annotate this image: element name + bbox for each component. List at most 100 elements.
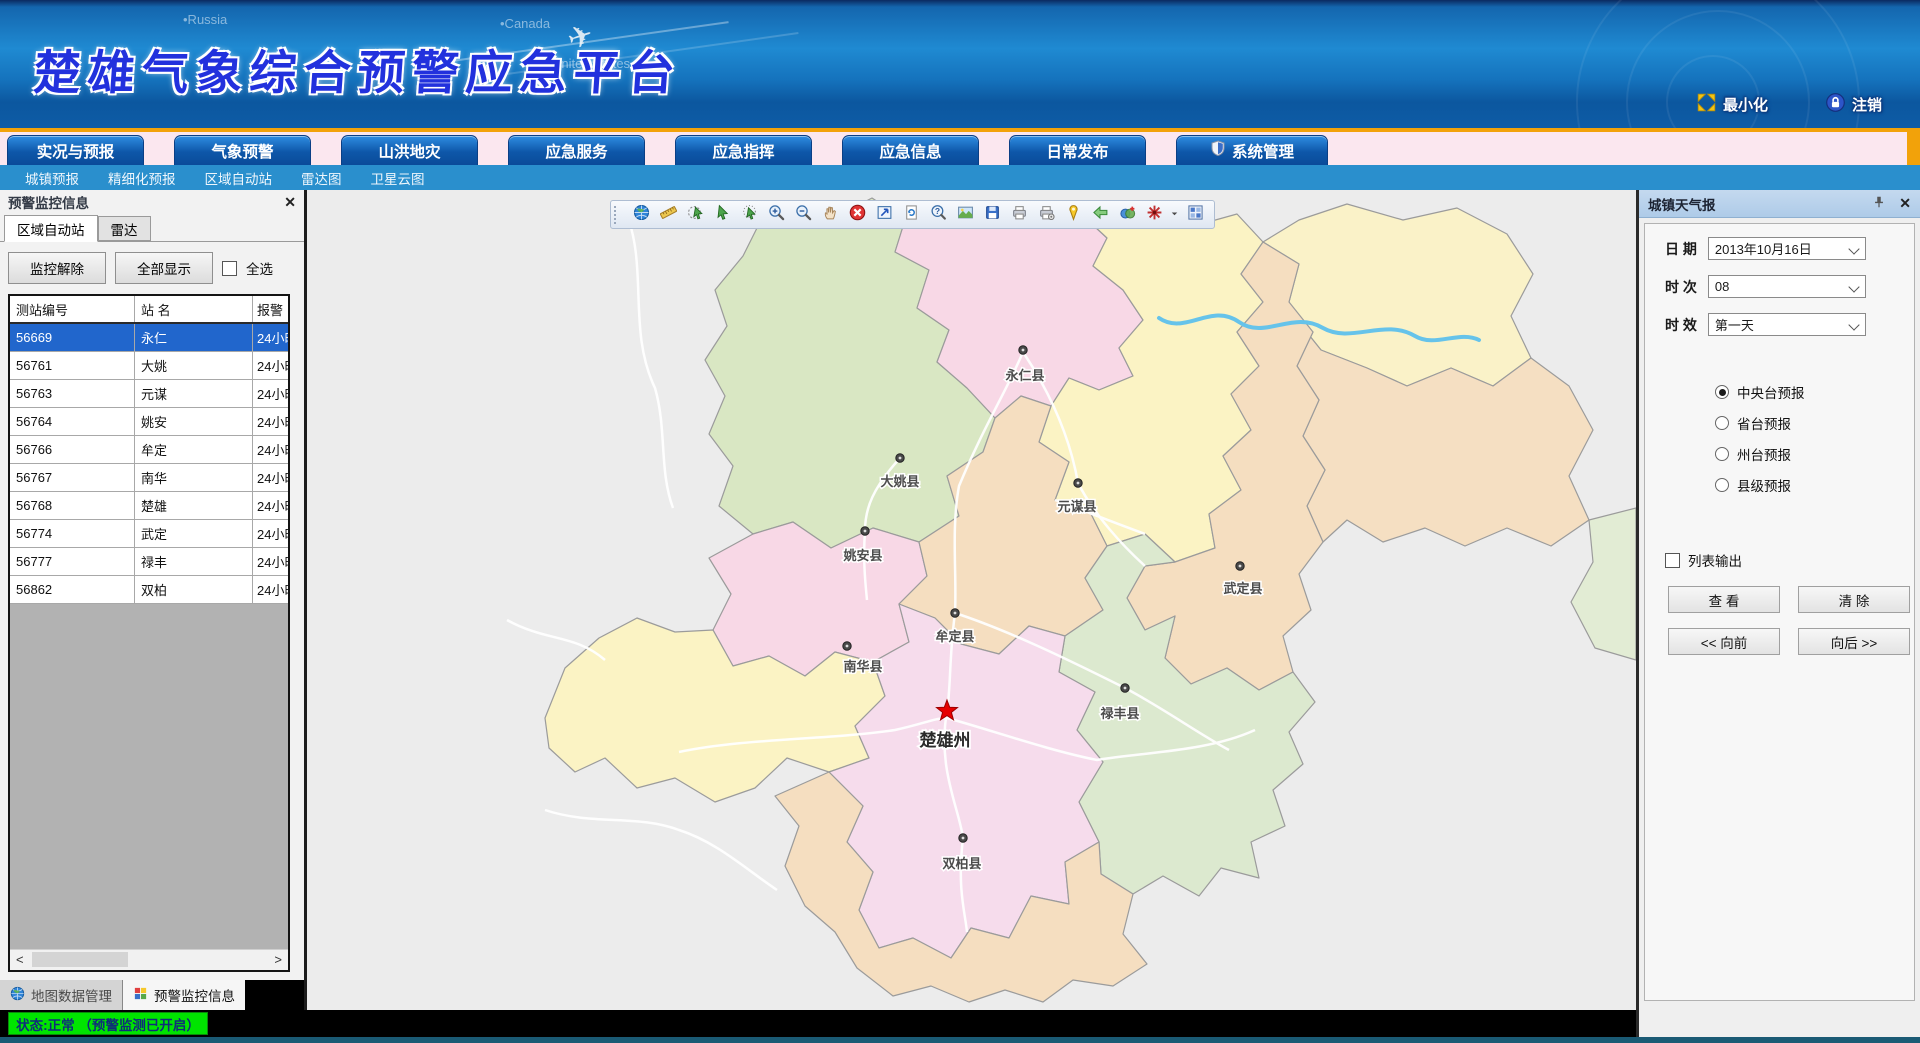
toolbar-icon-dropdown-caret[interactable] xyxy=(1168,204,1181,226)
prefecture-map[interactable]: 永仁县大姚县元谋县姚安县牟定县武定县南华县禄丰县双柏县楚雄州 xyxy=(307,190,1636,1010)
toolbar-icon-pointer[interactable] xyxy=(709,204,735,226)
toolbar-icon-identify[interactable]: ? xyxy=(925,204,951,226)
scroll-left-icon[interactable]: < xyxy=(16,951,24,969)
toolbar-icon-back-arrow[interactable] xyxy=(1087,204,1113,226)
nav-tab-4[interactable]: 应急服务 xyxy=(508,135,645,165)
close-icon[interactable]: ✕ xyxy=(1899,195,1911,212)
map-viewport[interactable]: 永仁县大姚县元谋县姚安县牟定县武定县南华县禄丰县双柏县楚雄州 ? xyxy=(307,190,1636,1010)
nav-tab-2[interactable]: 气象预警 xyxy=(174,135,311,165)
validity-select[interactable]: 第一天 xyxy=(1708,313,1866,336)
table-row[interactable]: 56761大姚24小时 xyxy=(10,352,288,380)
radio-icon[interactable] xyxy=(1715,478,1729,492)
close-icon[interactable]: ✕ xyxy=(284,194,296,211)
toolbar-icon-full-extent[interactable] xyxy=(871,204,897,226)
table-row[interactable]: 56767南华24小时 xyxy=(10,464,288,492)
table-row[interactable]: 56766牟定24小时 xyxy=(10,436,288,464)
table-row[interactable]: 56777禄丰24小时 xyxy=(10,548,288,576)
toolbar-icon-pan-hand[interactable] xyxy=(817,204,843,226)
nav-tab-label: 应急信息 xyxy=(879,140,941,162)
subnav-item-1[interactable]: 城镇预报 xyxy=(25,168,79,188)
toolbar-icon-add-overlay[interactable] xyxy=(1114,204,1140,226)
panel-tab-2[interactable]: 雷达 xyxy=(98,216,151,241)
table-header-row: 测站编号站 名报警 xyxy=(10,296,288,324)
table-row[interactable]: 56669永仁24小时 xyxy=(10,324,288,352)
nav-tab-5[interactable]: 应急指挥 xyxy=(675,135,812,165)
nav-tab-label: 日常发布 xyxy=(1046,140,1108,162)
toolbar-icon-zoom-in[interactable] xyxy=(763,204,789,226)
table-cell: 24小时 xyxy=(252,352,288,379)
toolbar-icon-lasso[interactable] xyxy=(736,204,762,226)
radio-icon[interactable] xyxy=(1715,447,1729,461)
toolbar-icon-refresh[interactable] xyxy=(898,204,924,226)
toolbar-icon-stop[interactable] xyxy=(844,204,870,226)
table-row[interactable]: 56774武定24小时 xyxy=(10,520,288,548)
toolbar-icon-print-setup[interactable] xyxy=(1033,204,1059,226)
toolbar-icon-flash-point[interactable] xyxy=(1141,204,1167,226)
scrollbar-thumb[interactable] xyxy=(32,952,128,967)
toolbar-icon-globe[interactable] xyxy=(628,204,654,226)
list-output-checkbox[interactable] xyxy=(1665,553,1680,568)
horizontal-scrollbar[interactable]: < > xyxy=(10,949,288,970)
chevron-down-icon xyxy=(1848,243,1859,254)
toolbar-icon-pin-marker[interactable] xyxy=(1060,204,1086,226)
next-button[interactable]: 向后 >> xyxy=(1798,628,1910,655)
toolbar-icon-image-export[interactable] xyxy=(952,204,978,226)
nav-tab-6[interactable]: 应急信息 xyxy=(842,135,979,165)
minimize-button[interactable]: 最小化 xyxy=(1697,93,1768,116)
subnav-item-2[interactable]: 精细化预报 xyxy=(108,168,176,188)
clear-button[interactable]: 清 除 xyxy=(1798,586,1910,613)
radio-option-1[interactable]: 中央台预报 xyxy=(1715,382,1805,402)
minimize-icon xyxy=(1697,93,1716,116)
panel-tab-1[interactable]: 区域自动站 xyxy=(4,215,98,242)
nav-tab-3[interactable]: 山洪地灾 xyxy=(341,135,478,165)
table-row[interactable]: 56764姚安24小时 xyxy=(10,408,288,436)
county-seat-marker xyxy=(1121,684,1129,692)
subnav-item-4[interactable]: 雷达图 xyxy=(301,168,342,188)
pan-hand-icon xyxy=(822,204,839,226)
nav-tab-label: 气象预警 xyxy=(211,140,273,162)
table-row[interactable]: 56763元谋24小时 xyxy=(10,380,288,408)
table-cell: 永仁 xyxy=(134,324,252,351)
county-seat-marker xyxy=(959,834,967,842)
previous-button[interactable]: << 向前 xyxy=(1668,628,1780,655)
subnav-item-3[interactable]: 区域自动站 xyxy=(205,168,273,188)
toolbar-icon-save-map[interactable] xyxy=(979,204,1005,226)
radio-option-3[interactable]: 州台预报 xyxy=(1715,444,1805,464)
date-select[interactable]: 2013年10月16日 xyxy=(1708,237,1866,260)
radio-option-2[interactable]: 省台预报 xyxy=(1715,413,1805,433)
toolbar-icon-print[interactable] xyxy=(1006,204,1032,226)
radio-icon[interactable] xyxy=(1715,385,1729,399)
scroll-right-icon[interactable]: > xyxy=(274,951,282,969)
table-cell: 56763 xyxy=(10,386,134,401)
subnav-item-5[interactable]: 卫星云图 xyxy=(371,168,425,188)
county-seat-marker xyxy=(1074,479,1082,487)
select-all-checkbox[interactable] xyxy=(222,261,237,276)
bottom-tab-2[interactable]: 预警监控信息 xyxy=(122,980,245,1010)
show-all-button[interactable]: 全部显示 xyxy=(115,252,213,284)
table-row[interactable]: 56862双柏24小时 xyxy=(10,576,288,604)
panel-content-box: 日 期 2013年10月16日 时 次 08 时 效 第一天 中央台预报省台预报… xyxy=(1644,223,1915,1001)
radio-icon[interactable] xyxy=(1715,416,1729,430)
nav-tab-7[interactable]: 日常发布 xyxy=(1009,135,1146,165)
radio-label: 县级预报 xyxy=(1737,475,1791,495)
toolbar-icon-select-region[interactable] xyxy=(682,204,708,226)
nav-tab-1[interactable]: 实况与预报 xyxy=(7,135,144,165)
pin-icon[interactable] xyxy=(1872,195,1886,212)
legend-grid-icon xyxy=(1187,204,1204,226)
toolbar-icon-legend-grid[interactable] xyxy=(1182,204,1208,226)
toolbar-icon-measure[interactable] xyxy=(655,204,681,226)
town-weather-panel: 城镇天气报 ✕ 日 期 2013年10月16日 时 次 08 xyxy=(1636,190,1920,1037)
logout-button[interactable]: 注销 xyxy=(1826,93,1882,116)
nav-tab-8[interactable]: 系统管理 xyxy=(1176,135,1328,165)
bottom-tab-1[interactable]: 地图数据管理 xyxy=(0,980,122,1010)
toolbar-drag-handle[interactable] xyxy=(614,206,623,224)
time-select[interactable]: 08 xyxy=(1708,275,1866,298)
table-row[interactable]: 56768楚雄24小时 xyxy=(10,492,288,520)
sub-nav-bar: 城镇预报 精细化预报 区域自动站 雷达图 卫星云图 xyxy=(0,165,1920,190)
view-button[interactable]: 查 看 xyxy=(1668,586,1780,613)
logout-label: 注销 xyxy=(1852,94,1882,115)
table-cell: 24小时 xyxy=(252,548,288,575)
radio-option-4[interactable]: 县级预报 xyxy=(1715,475,1805,495)
toolbar-icon-zoom-out[interactable] xyxy=(790,204,816,226)
release-monitor-button[interactable]: 监控解除 xyxy=(8,252,106,284)
